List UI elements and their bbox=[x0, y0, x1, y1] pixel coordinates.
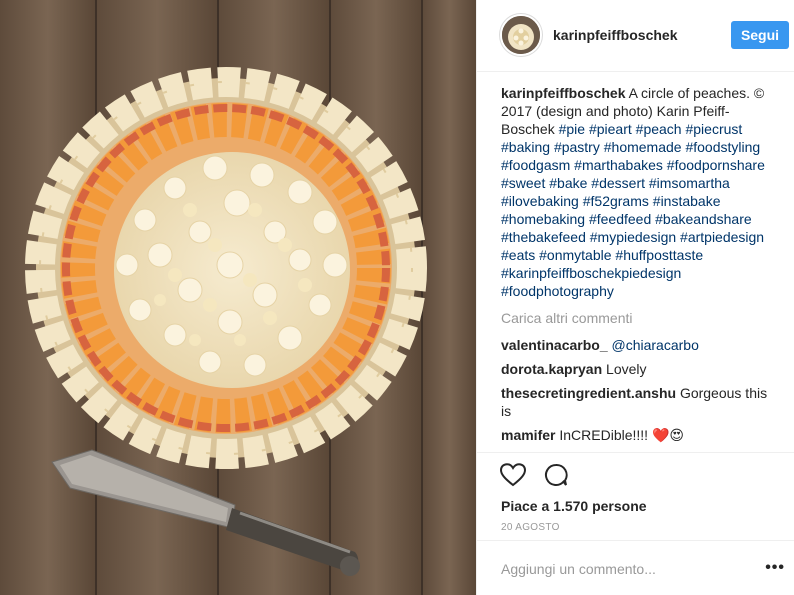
hashtag-link[interactable]: #thebakefeed bbox=[501, 229, 586, 245]
hashtag-link[interactable]: #baking bbox=[501, 139, 550, 155]
hashtag-link[interactable]: #mypiedesign bbox=[590, 229, 676, 245]
caption-username[interactable]: karinpfeiffboschek bbox=[501, 85, 625, 101]
post-date: 20 AGOSTO bbox=[501, 522, 560, 533]
hashtag-link[interactable]: #marthabakes bbox=[574, 157, 663, 173]
comments-list[interactable]: karinpfeiffboschek A circle of peaches. … bbox=[501, 84, 771, 452]
add-comment-input[interactable]: Aggiungi un commento... bbox=[501, 561, 656, 577]
comment-item: thesecretingredient.anshu Gorgeous this … bbox=[501, 384, 771, 420]
caption: karinpfeiffboschek A circle of peaches. … bbox=[501, 84, 771, 300]
hashtag-link[interactable]: #onmytable bbox=[539, 247, 611, 263]
more-options-icon[interactable]: ••• bbox=[765, 559, 785, 577]
hashtag-link[interactable]: #homebaking bbox=[501, 211, 585, 227]
heart-icon[interactable] bbox=[499, 463, 527, 492]
hashtag-link[interactable]: #foodpornshare bbox=[667, 157, 765, 173]
hashtag-link[interactable]: #artpiedesign bbox=[680, 229, 764, 245]
hashtag-link[interactable]: #ilovebaking bbox=[501, 193, 579, 209]
post-author-username[interactable]: karinpfeiffboschek bbox=[553, 27, 677, 43]
post-side-panel: karinpfeiffboschek Segui karinpfeiffbosc… bbox=[476, 0, 794, 595]
comment-username[interactable]: thesecretingredient.anshu bbox=[501, 385, 676, 401]
hashtag-link[interactable]: #bake bbox=[549, 175, 587, 191]
comment-item: mamifer InCREDible!!!! ❤️😍 bbox=[501, 426, 771, 444]
follow-button[interactable]: Segui bbox=[731, 21, 789, 49]
post-header: karinpfeiffboschek Segui bbox=[477, 0, 794, 72]
hashtag-link[interactable]: #pastry bbox=[554, 139, 600, 155]
comment-username[interactable]: mamifer bbox=[501, 427, 555, 443]
comment-mention-link[interactable]: @chiaracarbo bbox=[612, 337, 699, 353]
hashtag-link[interactable]: #imsomartha bbox=[649, 175, 730, 191]
hashtag-link[interactable]: #feedfeed bbox=[589, 211, 651, 227]
hashtag-link[interactable]: #huffposttaste bbox=[615, 247, 703, 263]
comment-item: dorota.kapryan Lovely bbox=[501, 360, 771, 378]
avatar-image bbox=[502, 16, 540, 54]
action-icons bbox=[499, 463, 582, 492]
hashtag-link[interactable]: #bakeandshare bbox=[655, 211, 752, 227]
post-photo[interactable] bbox=[0, 0, 476, 595]
comment-item: valentinacarbo_ @chiaracarbo bbox=[501, 336, 771, 354]
hashtag-link[interactable]: #sweet bbox=[501, 175, 545, 191]
hashtag-link[interactable]: #peach bbox=[636, 121, 682, 137]
hashtag-link[interactable]: #pie bbox=[559, 121, 585, 137]
add-comment-bar: Aggiungi un commento... ••• bbox=[477, 540, 794, 595]
comment-text: InCREDible!!!! ❤️😍 bbox=[559, 427, 684, 443]
pie-photo-illustration bbox=[0, 0, 476, 595]
hashtag-link[interactable]: #foodphotography bbox=[501, 283, 614, 299]
caption-hashtags: #pie #pieart #peach #piecrust #baking #p… bbox=[501, 121, 765, 299]
comment-username[interactable]: valentinacarbo_ bbox=[501, 337, 608, 353]
likes-count[interactable]: Piace a 1.570 persone bbox=[501, 498, 647, 514]
hashtag-link[interactable]: #pieart bbox=[589, 121, 632, 137]
hashtag-link[interactable]: #piecrust bbox=[685, 121, 742, 137]
hashtag-link[interactable]: #dessert bbox=[591, 175, 645, 191]
hashtag-link[interactable]: #homemade bbox=[604, 139, 682, 155]
avatar[interactable] bbox=[500, 14, 542, 56]
comment-text: Lovely bbox=[606, 361, 647, 377]
hashtag-link[interactable]: #eats bbox=[501, 247, 535, 263]
comment-username[interactable]: dorota.kapryan bbox=[501, 361, 602, 377]
hashtag-link[interactable]: #instabake bbox=[653, 193, 721, 209]
comment-bubble-icon[interactable] bbox=[544, 463, 569, 492]
hashtag-link[interactable]: #foodgasm bbox=[501, 157, 570, 173]
post-actions: Piace a 1.570 persone 20 AGOSTO bbox=[477, 452, 794, 533]
comment-items: valentinacarbo_ @chiaracarbo dorota.kapry… bbox=[501, 336, 771, 444]
hashtag-link[interactable]: #karinpfeiffboschekpiedesign bbox=[501, 265, 681, 281]
hashtag-link[interactable]: #f52grams bbox=[583, 193, 649, 209]
hashtag-link[interactable]: #foodstyling bbox=[685, 139, 760, 155]
load-more-comments-link[interactable]: Carica altri commenti bbox=[501, 309, 771, 327]
